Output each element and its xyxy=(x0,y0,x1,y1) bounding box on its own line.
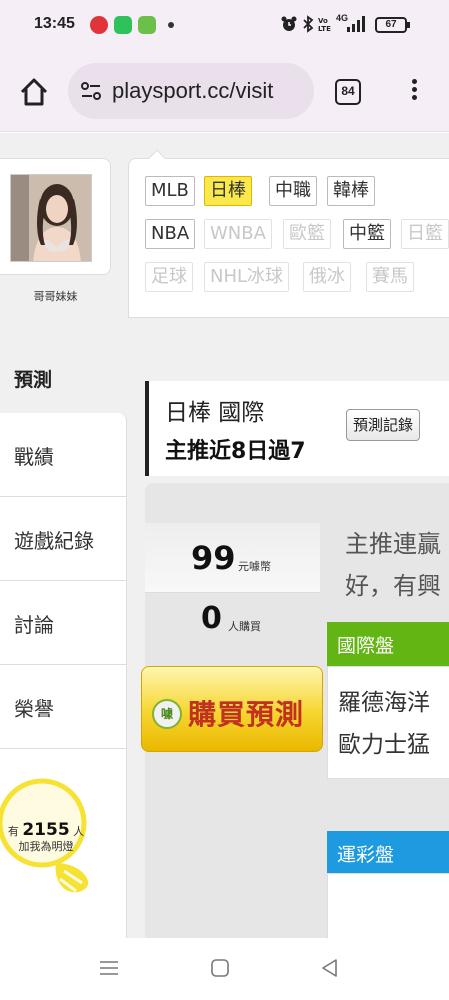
home-icon[interactable] xyxy=(18,76,50,108)
nav-item-discussion[interactable]: 討論 xyxy=(0,581,127,665)
price-box: 99 元噱幣 xyxy=(145,523,320,593)
team-away: 歐力士猛 xyxy=(338,732,430,758)
back-icon[interactable] xyxy=(318,956,342,980)
tab-switcher-button[interactable]: 84 xyxy=(335,79,361,105)
battery-icon: 67 xyxy=(375,17,410,33)
tab-japan-basketball[interactable]: 日籃 xyxy=(401,219,449,249)
tab-npb[interactable]: 日棒 xyxy=(204,176,252,206)
coin-icon: 噱 xyxy=(152,699,182,729)
status-bar: 13:45 Vo LTE 4G 67 xyxy=(0,0,449,52)
nav-item-honors[interactable]: 榮譽 xyxy=(0,665,127,749)
store-app-icon xyxy=(138,16,156,34)
avatar-photo xyxy=(11,175,91,261)
url-text[interactable]: playsport.cc/visit xyxy=(112,78,273,104)
nav-item-predictions[interactable]: 預測 xyxy=(0,353,127,413)
tab-nhl[interactable]: NHL冰球 xyxy=(204,262,290,292)
tab-wnba[interactable]: WNBA xyxy=(204,219,272,249)
clock: 13:45 xyxy=(34,15,75,32)
system-nav-bar xyxy=(0,938,449,1000)
tab-soccer[interactable]: 足球 xyxy=(145,262,193,292)
prediction-streak: 主推近8日過7 xyxy=(165,439,306,464)
line-app-icon xyxy=(114,16,132,34)
buy-prediction-button[interactable]: 噱 購買預測 xyxy=(141,666,323,752)
site-settings-icon[interactable] xyxy=(80,80,102,102)
prediction-record-button[interactable]: 預測記錄 xyxy=(346,409,421,441)
prediction-header: 日棒 國際 主推近8日過7 預測記錄 xyxy=(145,381,449,476)
tab-euro-basketball[interactable]: 歐籃 xyxy=(283,219,331,249)
tab-kbo[interactable]: 韓棒 xyxy=(327,176,375,206)
more-notifications-icon xyxy=(168,22,174,28)
signal-icon xyxy=(347,16,365,32)
more-menu-icon[interactable] xyxy=(408,76,420,110)
tab-khl[interactable]: 俄冰 xyxy=(303,262,351,292)
svg-text:LTE: LTE xyxy=(318,25,331,32)
prediction-description: 主推連贏 好，有興 xyxy=(345,530,441,600)
volte-icon: VoLTE xyxy=(318,17,331,32)
svg-text:Vo: Vo xyxy=(318,17,328,25)
follow-lightbulb[interactable]: 有 2155 人 加我為明燈 xyxy=(0,773,127,893)
nav-item-record[interactable]: 戰績 xyxy=(0,413,127,497)
buyers-unit: 人購買 xyxy=(228,620,261,633)
app-notification-icon xyxy=(90,16,108,34)
sports-lottery-header: 運彩盤 xyxy=(327,831,449,873)
browser-toolbar: playsport.cc/visit 84 xyxy=(0,52,449,132)
home-nav-icon[interactable] xyxy=(208,956,232,980)
price-value: 99 xyxy=(191,539,236,577)
alarm-icon xyxy=(281,16,297,31)
recents-icon[interactable] xyxy=(97,956,121,980)
profile-card[interactable] xyxy=(0,158,111,275)
page-content: 哥哥妹妹 MLB 日棒 中職 韓棒 NBA WNBA 歐籃 中籃 日籃 足球 N… xyxy=(0,133,449,938)
match-box: 羅德海洋 歐力士猛 xyxy=(327,666,449,779)
follow-caption: 加我為明燈 xyxy=(18,840,74,853)
buy-prediction-label: 購買預測 xyxy=(188,698,305,731)
avatar[interactable] xyxy=(10,174,92,262)
lottery-box xyxy=(327,873,449,938)
price-unit: 元噱幣 xyxy=(238,560,271,573)
prediction-league: 日棒 國際 xyxy=(165,400,265,426)
sport-category-tabs: MLB 日棒 中職 韓棒 NBA WNBA 歐籃 中籃 日籃 足球 NHL冰球 … xyxy=(128,149,449,318)
nav-item-game-history[interactable]: 遊戲紀錄 xyxy=(0,497,127,581)
tab-cpbl[interactable]: 中職 xyxy=(269,176,317,206)
tab-nba[interactable]: NBA xyxy=(145,219,196,249)
tab-mlb[interactable]: MLB xyxy=(145,176,195,206)
fans-count: 有 2155 人 加我為明燈 xyxy=(7,820,85,854)
profile-username: 哥哥妹妹 xyxy=(33,290,78,303)
prediction-body: 99 元噱幣 0 人購買 噱 購買預測 主推連贏 好，有興 國際盤 羅德海洋 歐… xyxy=(141,483,449,938)
buyers-count: 0 xyxy=(201,601,222,636)
url-bar[interactable]: playsport.cc/visit xyxy=(68,63,314,119)
team-home: 羅德海洋 xyxy=(338,690,430,716)
tab-horse-racing[interactable]: 賽馬 xyxy=(366,262,414,292)
bluetooth-icon xyxy=(303,15,314,33)
international-odds-header: 國際盤 xyxy=(327,622,449,666)
tab-sbl[interactable]: 中籃 xyxy=(343,219,391,249)
